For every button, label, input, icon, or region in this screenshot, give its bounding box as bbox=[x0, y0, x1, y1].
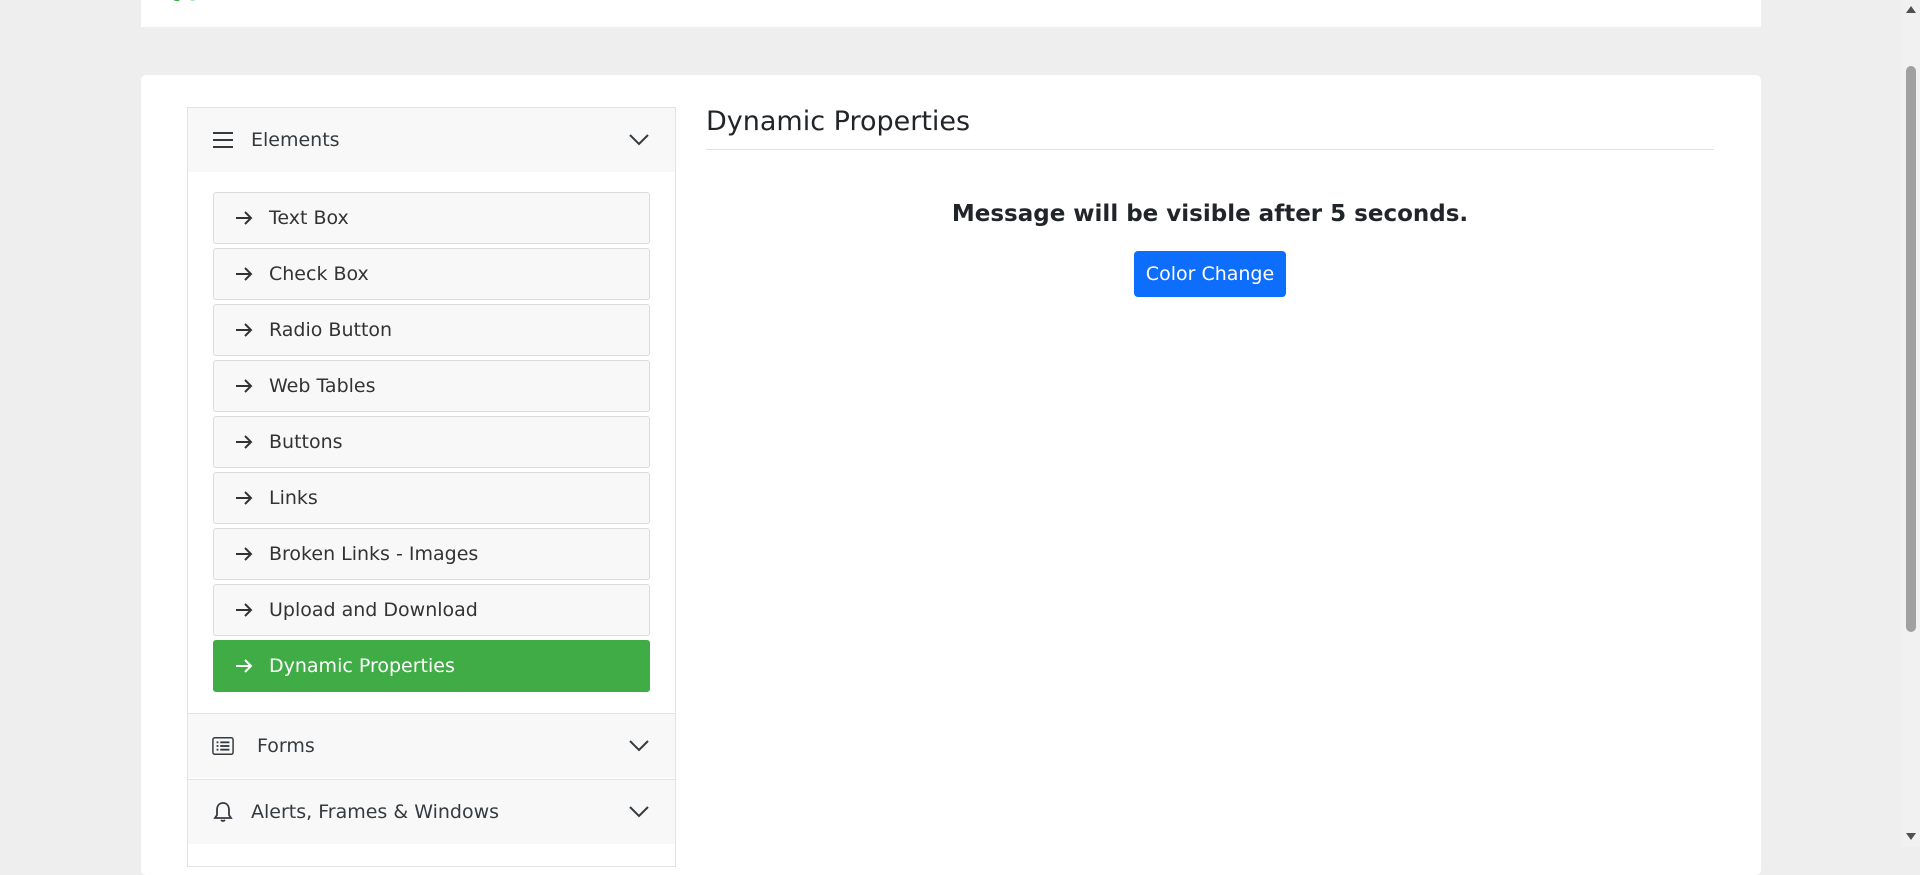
color-change-button[interactable]: Color Change bbox=[1134, 251, 1286, 297]
logo-icon[interactable] bbox=[165, 0, 205, 6]
arrow-right-icon bbox=[234, 600, 254, 620]
accordion-alerts-label: Alerts, Frames & Windows bbox=[251, 801, 500, 823]
scroll-up-icon[interactable] bbox=[1906, 6, 1916, 13]
arrow-right-icon bbox=[234, 208, 254, 228]
accordion-forms-label: Forms bbox=[257, 735, 315, 757]
menu-item-label: Dynamic Properties bbox=[269, 655, 455, 677]
scroll-thumb[interactable] bbox=[1906, 66, 1916, 632]
menu-item-label: Web Tables bbox=[269, 375, 376, 397]
menu-item-links[interactable]: Links bbox=[213, 472, 650, 524]
delayed-message: Message will be visible after 5 seconds. bbox=[951, 201, 1469, 227]
scroll-down-icon[interactable] bbox=[1906, 833, 1916, 840]
chevron-down-icon bbox=[628, 735, 650, 757]
menu-item-text-box[interactable]: Text Box bbox=[213, 192, 650, 244]
elements-menu-list: Text Box Check Box Radio Button Web Tabl… bbox=[213, 192, 650, 696]
menu-icon bbox=[212, 129, 234, 151]
list-icon bbox=[212, 735, 234, 757]
bell-icon bbox=[212, 801, 234, 823]
accordion-elements-label: Elements bbox=[251, 129, 340, 151]
menu-item-upload-download[interactable]: Upload and Download bbox=[213, 584, 650, 636]
menu-item-label: Links bbox=[269, 487, 318, 509]
chevron-down-icon bbox=[628, 129, 650, 151]
accordion-alerts-header[interactable]: Alerts, Frames & Windows bbox=[188, 779, 675, 844]
arrow-right-icon bbox=[234, 432, 254, 452]
menu-item-label: Radio Button bbox=[269, 319, 393, 341]
accordion-elements-header[interactable]: Elements bbox=[188, 108, 675, 172]
vertical-scrollbar[interactable] bbox=[1902, 0, 1920, 847]
menu-item-label: Upload and Download bbox=[269, 599, 478, 621]
arrow-right-icon bbox=[234, 320, 254, 340]
arrow-right-icon bbox=[234, 656, 254, 676]
title-divider bbox=[706, 149, 1714, 150]
menu-item-buttons[interactable]: Buttons bbox=[213, 416, 650, 468]
page-title: Dynamic Properties bbox=[706, 106, 971, 137]
menu-item-label: Check Box bbox=[269, 263, 369, 285]
menu-item-label: Broken Links - Images bbox=[269, 543, 479, 565]
arrow-right-icon bbox=[234, 264, 254, 284]
accordion-forms-header[interactable]: Forms bbox=[188, 713, 675, 778]
menu-item-check-box[interactable]: Check Box bbox=[213, 248, 650, 300]
menu-item-radio-button[interactable]: Radio Button bbox=[213, 304, 650, 356]
chevron-down-icon bbox=[628, 801, 650, 823]
left-accordion: Elements Text Box Check Box Radio Button bbox=[187, 107, 676, 867]
menu-item-label: Buttons bbox=[269, 431, 343, 453]
arrow-right-icon bbox=[234, 544, 254, 564]
top-header bbox=[141, 0, 1761, 27]
menu-item-label: Text Box bbox=[269, 207, 349, 229]
menu-item-dynamic-properties[interactable]: Dynamic Properties bbox=[213, 640, 650, 692]
arrow-right-icon bbox=[234, 488, 254, 508]
menu-item-web-tables[interactable]: Web Tables bbox=[213, 360, 650, 412]
arrow-right-icon bbox=[234, 376, 254, 396]
menu-item-broken-links[interactable]: Broken Links - Images bbox=[213, 528, 650, 580]
